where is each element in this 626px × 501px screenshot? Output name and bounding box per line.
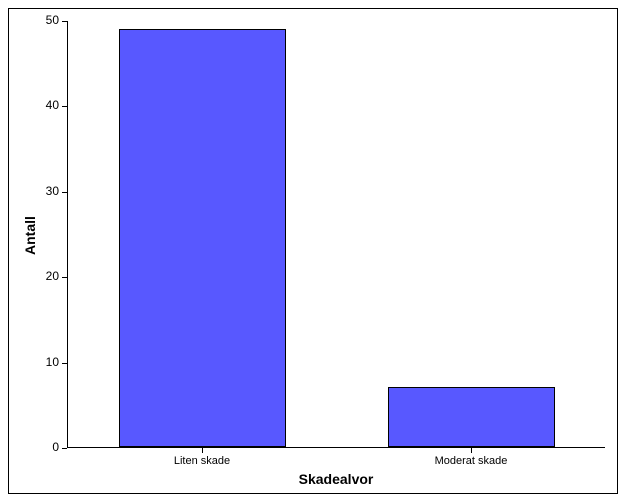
- y-axis-title: Antall: [22, 216, 38, 255]
- y-tick: 0: [62, 448, 67, 449]
- y-tick-mark: [62, 21, 67, 22]
- y-tick-label: 10: [46, 355, 59, 369]
- chart-stage: Antall Skadealvor 0 10 20 30 40 50 Liten skade…: [0, 0, 626, 501]
- y-tick-mark: [62, 363, 67, 364]
- y-tick-label: 30: [46, 184, 59, 198]
- bar: [388, 387, 555, 447]
- y-tick: 50: [62, 21, 67, 22]
- x-tick-mark: [202, 448, 203, 453]
- y-tick: 40: [62, 106, 67, 107]
- y-tick: 30: [62, 192, 67, 193]
- y-tick-label: 20: [46, 269, 59, 283]
- x-tick-mark: [471, 448, 472, 453]
- y-tick-mark: [62, 448, 67, 449]
- y-tick: 10: [62, 363, 67, 364]
- y-tick: 20: [62, 277, 67, 278]
- x-tick-label: Liten skade: [174, 455, 230, 467]
- y-tick-label: 40: [46, 98, 59, 112]
- x-tick: Liten skade: [202, 448, 203, 449]
- y-tick-mark: [62, 192, 67, 193]
- x-tick: Moderat skade: [471, 448, 472, 449]
- y-tick-label: 50: [46, 13, 59, 27]
- bar: [119, 29, 286, 447]
- plot-area: [67, 21, 605, 448]
- y-tick-mark: [62, 277, 67, 278]
- y-tick-mark: [62, 106, 67, 107]
- y-tick-label: 0: [52, 440, 59, 454]
- x-axis-title: Skadealvor: [299, 471, 374, 487]
- x-tick-label: Moderat skade: [435, 455, 508, 467]
